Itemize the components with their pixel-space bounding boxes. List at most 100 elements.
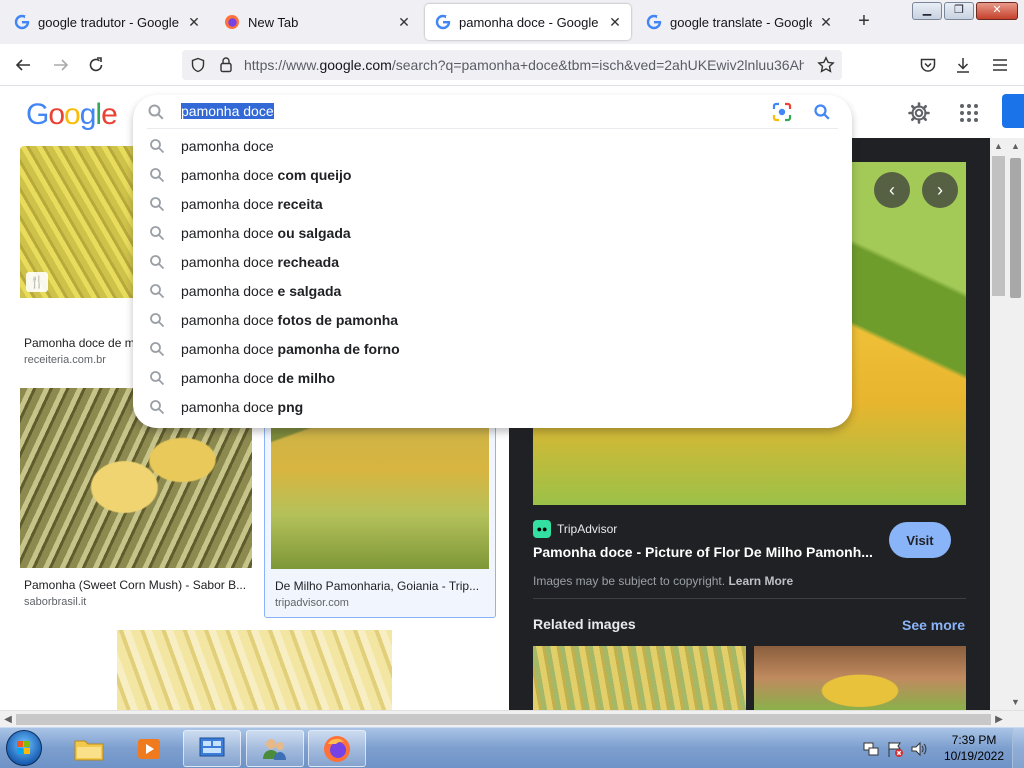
result-source[interactable]: tripadvisor.com — [275, 597, 349, 609]
reload-icon[interactable] — [85, 54, 107, 76]
suggestion-item[interactable]: pamonha doce de milho — [133, 364, 852, 393]
carousel-next-button[interactable]: › — [922, 172, 958, 208]
start-button[interactable] — [6, 730, 42, 766]
suggestion-item[interactable]: pamonha doce — [133, 132, 852, 161]
settings-gear-icon[interactable] — [906, 100, 932, 126]
suggestion-text[interactable]: pamonha doce de milho — [181, 370, 335, 386]
suggestion-text[interactable]: pamonha doce png — [181, 399, 303, 415]
minimize-button[interactable]: ▁ — [912, 2, 942, 20]
scroll-up-arrow-icon[interactable]: ▲ — [1007, 138, 1024, 154]
page-scrollbar[interactable]: ▲ ▼ — [1007, 138, 1024, 710]
result-thumbnail[interactable] — [117, 630, 392, 710]
result-title[interactable]: De Milho Pamonharia, Goiania - Trip... — [275, 579, 491, 593]
show-desktop-button[interactable] — [1012, 728, 1024, 768]
folder-icon — [74, 740, 104, 760]
file-explorer-taskbar-button[interactable] — [60, 730, 118, 767]
control-panel-taskbar-button[interactable] — [183, 730, 241, 767]
scroll-right-arrow-icon[interactable]: ▶ — [991, 711, 1007, 728]
url-text[interactable]: https://www.google.com/search?q=pamonha+… — [244, 57, 804, 73]
system-tray — [862, 728, 928, 768]
scroll-down-arrow-icon[interactable]: ▼ — [1007, 694, 1024, 710]
suggestion-item[interactable]: pamonha doce fotos de pamonha — [133, 306, 852, 335]
new-tab-button[interactable]: + — [852, 10, 876, 34]
suggestion-item[interactable]: pamonha doce receita — [133, 190, 852, 219]
visit-button[interactable]: Visit — [889, 522, 951, 558]
see-more-link[interactable]: See more — [902, 617, 965, 633]
scroll-up-arrow-icon[interactable]: ▲ — [990, 138, 1007, 154]
window-close-button[interactable]: ✕ — [976, 2, 1018, 20]
users-taskbar-button[interactable] — [246, 730, 304, 767]
maximize-button[interactable]: ❐ — [944, 2, 974, 20]
recipe-badge: 🍴 — [26, 272, 48, 292]
media-player-icon — [138, 738, 160, 759]
suggestion-text[interactable]: pamonha doce receita — [181, 196, 323, 212]
result-source[interactable]: saborbrasil.it — [24, 596, 86, 608]
close-icon[interactable]: ✕ — [186, 14, 202, 30]
related-image[interactable] — [533, 646, 746, 710]
tab-google-tradutor[interactable]: google tradutor - Google Sea ✕ — [4, 4, 210, 40]
horizontal-scrollbar[interactable]: ◀ ▶ — [0, 710, 1024, 727]
related-image[interactable] — [754, 646, 966, 710]
suggestion-item[interactable]: pamonha doce png — [133, 393, 852, 422]
suggestion-item[interactable]: pamonha doce recheada — [133, 248, 852, 277]
tab-bar: google tradutor - Google Sea ✕ New Tab ✕… — [0, 0, 1024, 44]
shield-icon[interactable] — [190, 57, 206, 73]
image-result[interactable] — [20, 630, 490, 710]
close-icon[interactable]: ✕ — [607, 14, 623, 30]
search-input-row[interactable]: pamonha doce — [133, 95, 852, 129]
suggestion-text[interactable]: pamonha doce ou salgada — [181, 225, 351, 241]
preview-title[interactable]: Pamonha doce - Picture of Flor De Milho … — [533, 544, 873, 560]
google-g-icon — [646, 14, 662, 30]
url-bar[interactable]: https://www.google.com/search?q=pamonha+… — [182, 50, 842, 80]
suggestion-text[interactable]: pamonha doce com queijo — [181, 167, 351, 183]
scroll-left-arrow-icon[interactable]: ◀ — [0, 711, 16, 728]
back-arrow-icon[interactable] — [12, 54, 34, 76]
google-lens-icon[interactable] — [771, 101, 793, 123]
action-center-flag-icon[interactable] — [886, 740, 904, 758]
volume-icon[interactable] — [910, 740, 928, 758]
result-source[interactable]: receiteria.com.br — [24, 354, 106, 366]
suggestion-item[interactable]: pamonha doce e salgada — [133, 277, 852, 306]
tab-pamonha-doce[interactable]: pamonha doce - Google Sear ✕ — [425, 4, 631, 40]
media-player-taskbar-button[interactable] — [120, 730, 178, 767]
bookmark-star-icon[interactable] — [815, 54, 837, 76]
suggestion-text[interactable]: pamonha doce — [181, 138, 274, 154]
suggestion-item[interactable]: pamonha doce ou salgada — [133, 219, 852, 248]
suggestion-text[interactable]: pamonha doce recheada — [181, 254, 339, 270]
clock-time: 7:39 PM — [951, 733, 997, 747]
firefox-taskbar-button[interactable] — [308, 730, 366, 767]
downloads-icon[interactable] — [952, 54, 974, 76]
preview-site-name[interactable]: TripAdvisor — [557, 522, 617, 536]
google-logo[interactable]: Google — [26, 98, 118, 132]
hamburger-menu-icon[interactable] — [989, 54, 1011, 76]
scrollbar-thumb[interactable] — [992, 156, 1005, 296]
scrollbar-thumb[interactable] — [1010, 158, 1021, 298]
sign-in-button[interactable] — [1002, 94, 1024, 128]
close-icon[interactable]: ✕ — [818, 14, 834, 30]
network-icon[interactable] — [862, 740, 880, 758]
search-submit-icon[interactable] — [813, 103, 831, 121]
suggestion-text[interactable]: pamonha doce e salgada — [181, 283, 341, 299]
result-title[interactable]: Pamonha (Sweet Corn Mush) - Sabor B... — [24, 578, 248, 592]
carousel-prev-button[interactable]: ‹ — [874, 172, 910, 208]
close-icon[interactable]: ✕ — [396, 14, 412, 30]
lock-icon[interactable] — [218, 56, 234, 73]
window-controls: ▁ ❐ ✕ — [912, 2, 1018, 20]
scrollbar-thumb[interactable] — [16, 714, 991, 725]
forward-arrow-icon[interactable] — [50, 54, 72, 76]
suggestion-item[interactable]: pamonha doce com queijo — [133, 161, 852, 190]
tab-new-tab[interactable]: New Tab ✕ — [214, 4, 420, 40]
search-input[interactable]: pamonha doce — [181, 103, 274, 119]
system-clock[interactable]: 7:39 PM 10/19/2022 — [942, 732, 1006, 764]
tab-google-translate[interactable]: google translate - Google Sea ✕ — [636, 4, 842, 40]
pocket-icon[interactable] — [917, 54, 939, 76]
learn-more-link[interactable]: Learn More — [728, 574, 793, 588]
search-icon — [150, 371, 165, 386]
suggestion-text[interactable]: pamonha doce pamonha de forno — [181, 341, 400, 357]
panel-scrollbar[interactable]: ▲ — [990, 138, 1007, 710]
suggestion-text[interactable]: pamonha doce fotos de pamonha — [181, 312, 398, 328]
preview-source[interactable]: ●● TripAdvisor — [533, 520, 617, 538]
apps-grid-icon[interactable] — [956, 100, 982, 126]
search-dropdown: pamonha doce pamonha doce pamonha doce c… — [133, 95, 852, 428]
suggestion-item[interactable]: pamonha doce pamonha de forno — [133, 335, 852, 364]
